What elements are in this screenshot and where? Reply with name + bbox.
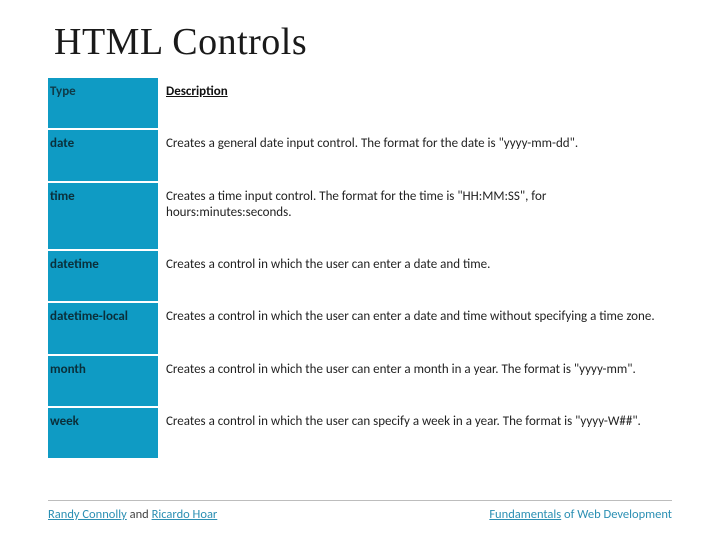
cell-type: month [48,355,158,407]
table-row: datetime Creates a control in which the … [48,250,672,302]
cell-desc: Creates a control in which the user can … [158,302,672,354]
footer-authors: Randy Connolly and Ricardo Hoar [48,507,217,522]
cell-type: datetime-local [48,302,158,354]
author-join: and [127,507,152,522]
table-row: week Creates a control in which the user… [48,407,672,459]
table-head: Type Description [48,78,672,129]
footer-row: Randy Connolly and Ricardo Hoar Fundamen… [48,507,672,522]
book-rest: of Web Development [561,507,672,522]
book-word-1: Fundamentals [489,507,561,522]
cell-desc: Creates a general date input control. Th… [158,129,672,181]
table-row: date Creates a general date input contro… [48,129,672,181]
cell-desc: Creates a control in which the user can … [158,355,672,407]
table-body: date Creates a general date input contro… [48,129,672,459]
header-description: Description [158,78,672,129]
header-type: Type [48,78,158,129]
cell-type: time [48,182,158,251]
table-row: datetime-local Creates a control in whic… [48,302,672,354]
footer-divider [48,500,672,501]
author-1: Randy Connolly [48,507,127,522]
cell-type: week [48,407,158,459]
cell-desc: Creates a time input control. The format… [158,182,672,251]
cell-desc: Creates a control in which the user can … [158,250,672,302]
table-row: month Creates a control in which the use… [48,355,672,407]
controls-table: Type Description date Creates a general … [48,78,672,460]
table-row: time Creates a time input control. The f… [48,182,672,251]
page-title: HTML Controls [54,20,672,64]
cell-type: date [48,129,158,181]
footer-book: Fundamentals of Web Development [489,507,672,522]
cell-desc: Creates a control in which the user can … [158,407,672,459]
header-row: Type Description [48,78,672,129]
author-2: Ricardo Hoar [152,507,218,522]
cell-type: datetime [48,250,158,302]
footer: Randy Connolly and Ricardo Hoar Fundamen… [48,500,672,522]
slide: HTML Controls Type Description date Crea… [0,0,720,540]
